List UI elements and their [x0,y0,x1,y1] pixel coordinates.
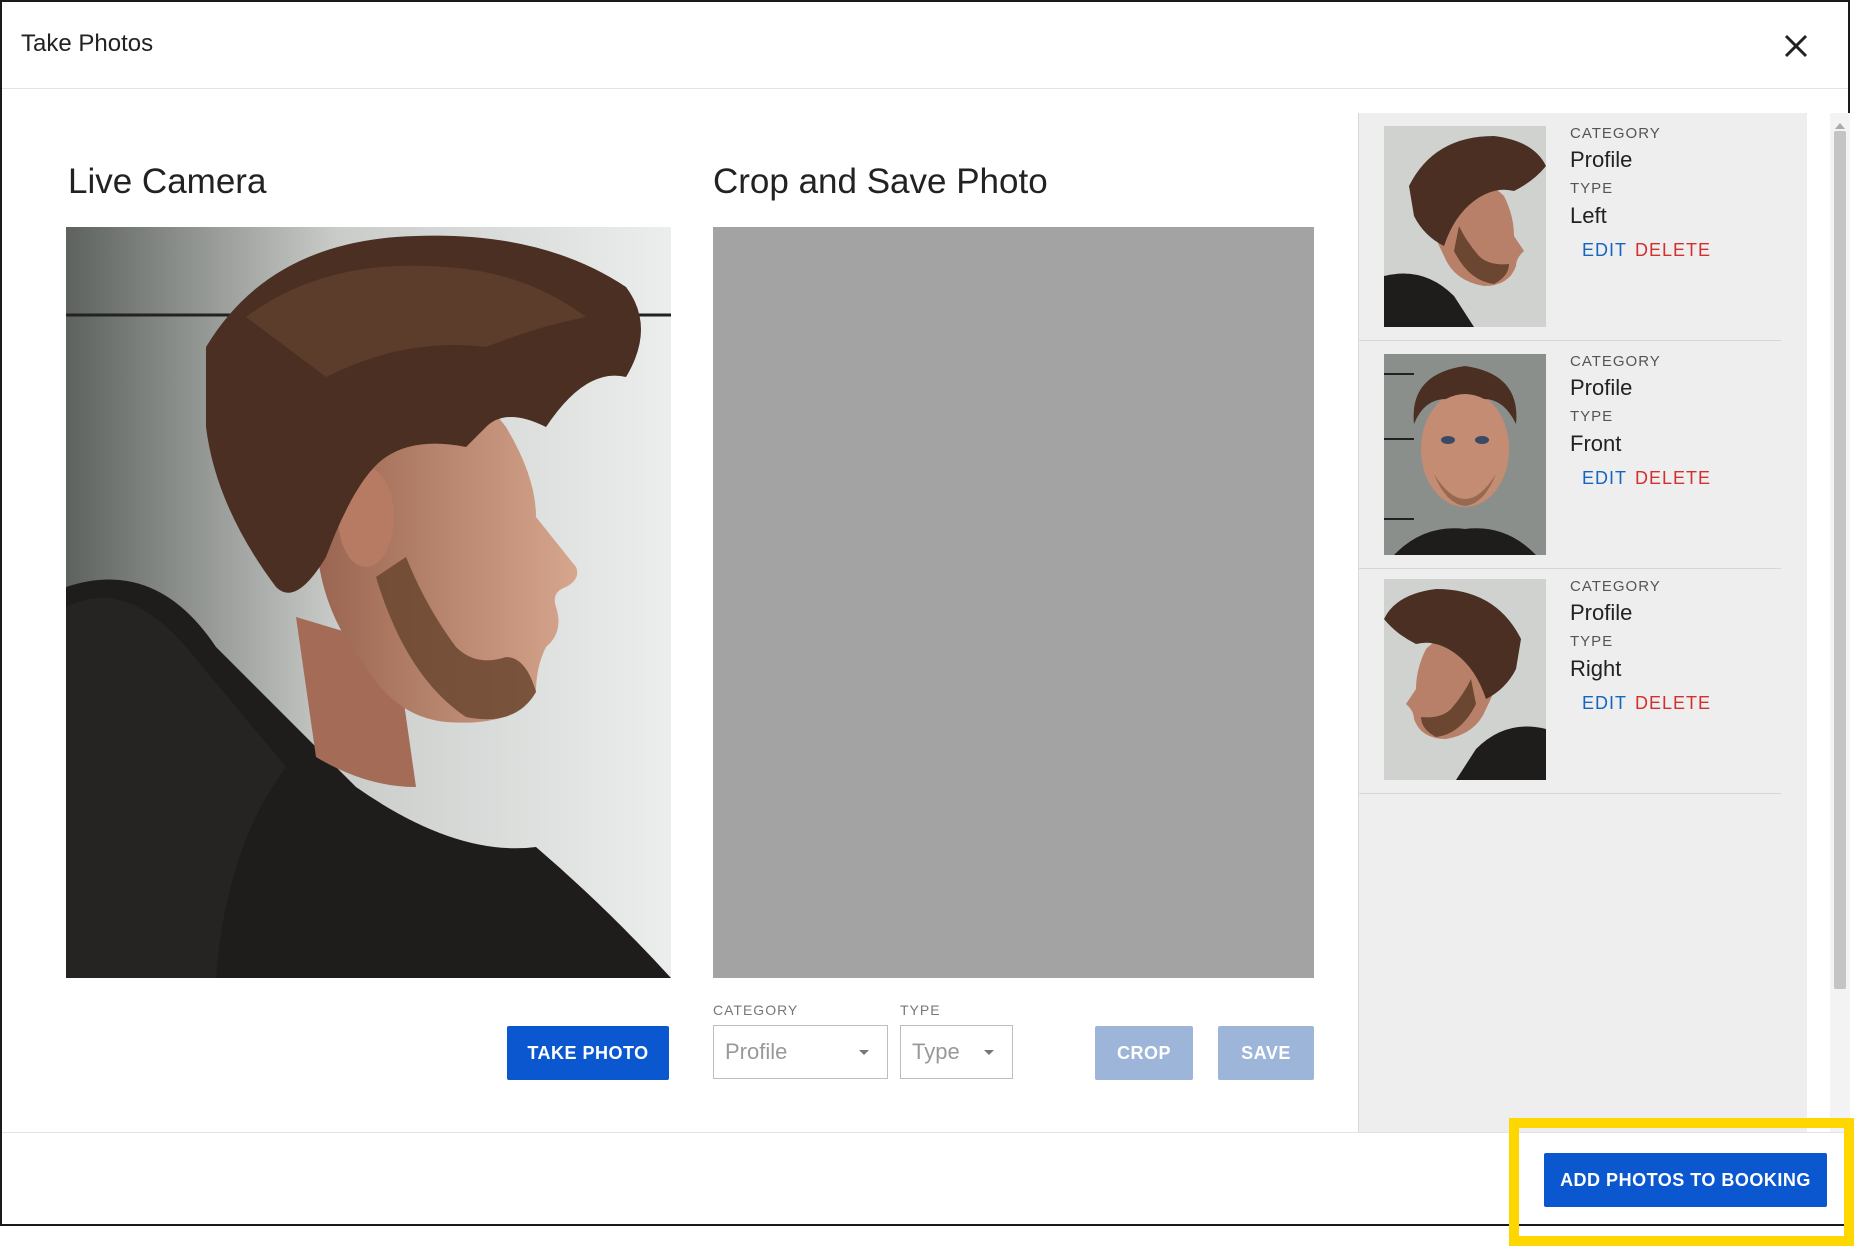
take-photos-dialog: Take Photos Live Camera TAKE PHOTO Crop … [0,0,1850,1226]
photo-category-label: CATEGORY [1570,578,1661,595]
photo-type-label: TYPE [1570,633,1614,650]
save-button[interactable]: SAVE [1218,1026,1314,1080]
photo-category-label: CATEGORY [1570,353,1661,370]
photo-thumbnail-right [1384,579,1546,780]
photo-category-label: CATEGORY [1570,125,1661,142]
saved-photos-list: CATEGORY Profile TYPE Left EDIT DELETE C… [1359,113,1807,1132]
photo-card: CATEGORY Profile TYPE Front EDIT DELETE [1359,341,1781,569]
crop-save-title: Crop and Save Photo [713,162,1048,201]
edit-photo-button[interactable]: EDIT [1582,468,1627,489]
category-field-label: CATEGORY [713,1002,799,1018]
type-select[interactable]: Type [900,1025,1013,1079]
delete-photo-button[interactable]: DELETE [1635,693,1711,714]
delete-photo-button[interactable]: DELETE [1635,468,1711,489]
photo-type-label: TYPE [1570,408,1614,425]
photo-category-value: Profile [1570,600,1633,625]
photo-card: CATEGORY Profile TYPE Right EDIT DELETE [1359,566,1781,794]
photo-thumbnail-left [1384,126,1546,327]
dialog-title: Take Photos [21,30,154,57]
close-icon [1784,34,1808,58]
scroll-thumb[interactable] [1834,131,1846,989]
add-photos-to-booking-button[interactable]: ADD PHOTOS TO BOOKING [1544,1153,1827,1207]
chevron-down-icon [859,1050,869,1055]
chevron-down-icon [984,1050,994,1055]
sidebar-scrollbar[interactable] [1830,113,1850,1132]
photo-type-value: Left [1570,203,1607,228]
dialog-header: Take Photos [2,2,1848,89]
type-field-label: TYPE [900,1002,941,1018]
photo-thumbnail-front [1384,354,1546,555]
live-camera-title: Live Camera [68,162,267,201]
close-button[interactable] [1782,32,1810,60]
crop-preview-area[interactable] [713,227,1314,978]
scroll-up-icon[interactable] [1835,123,1845,129]
photo-type-label: TYPE [1570,180,1614,197]
type-select-value: Type [912,1039,960,1064]
take-photo-button[interactable]: TAKE PHOTO [507,1026,669,1080]
photo-category-value: Profile [1570,375,1633,400]
photo-category-value: Profile [1570,147,1633,172]
photo-type-value: Front [1570,431,1622,456]
live-camera-feed [66,227,671,978]
crop-button[interactable]: CROP [1095,1026,1193,1080]
edit-photo-button[interactable]: EDIT [1582,240,1627,261]
category-select[interactable]: Profile [713,1025,888,1079]
photo-type-value: Right [1570,656,1622,681]
edit-photo-button[interactable]: EDIT [1582,693,1627,714]
category-select-value: Profile [725,1039,788,1064]
photo-card: CATEGORY Profile TYPE Left EDIT DELETE [1359,113,1781,341]
delete-photo-button[interactable]: DELETE [1635,240,1711,261]
